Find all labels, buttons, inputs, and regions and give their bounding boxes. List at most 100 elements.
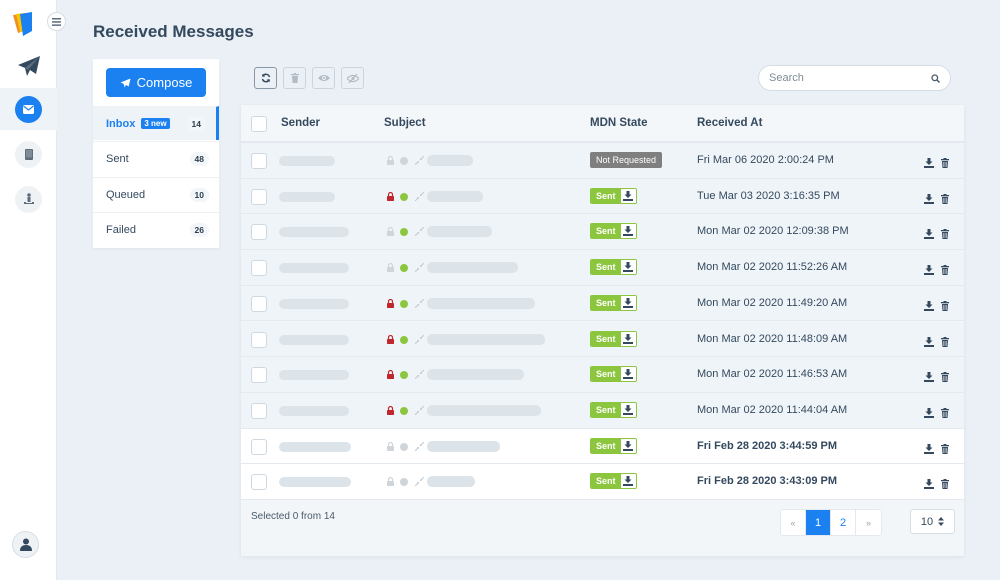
download-button[interactable] — [924, 298, 934, 316]
received-at: Mon Mar 02 2020 11:49:20 AM — [697, 296, 848, 309]
compose-button[interactable]: Compose — [106, 68, 206, 97]
mdn-state-badge: Sent — [590, 401, 637, 418]
mdn-download-button[interactable] — [620, 295, 636, 310]
row-checkbox[interactable] — [251, 331, 267, 348]
row-checkbox[interactable] — [251, 188, 267, 205]
delete-row-button[interactable] — [941, 191, 949, 209]
download-button[interactable] — [924, 262, 934, 280]
select-all-checkbox[interactable] — [251, 116, 267, 132]
page-next-button[interactable]: » — [856, 510, 881, 535]
row-checkbox[interactable] — [251, 260, 267, 277]
page-2-button[interactable]: 2 — [831, 510, 856, 535]
mdn-download-button[interactable] — [620, 438, 636, 453]
trash-icon — [941, 193, 949, 204]
delete-row-button[interactable] — [941, 476, 949, 494]
mark-unread-button[interactable] — [341, 67, 364, 89]
nav-send[interactable] — [0, 52, 57, 80]
per-page-select[interactable]: 10 — [910, 509, 955, 534]
nav-devices[interactable] — [0, 140, 57, 168]
download-button[interactable] — [924, 405, 934, 423]
row-checkbox[interactable] — [251, 438, 267, 455]
delete-button[interactable] — [283, 67, 306, 89]
mdn-download-button[interactable] — [620, 331, 636, 346]
row-checkbox[interactable] — [251, 295, 267, 312]
download-button[interactable] — [924, 226, 934, 244]
delete-row-button[interactable] — [941, 226, 949, 244]
mdn-state-badge: Sent — [590, 259, 637, 276]
delete-row-button[interactable] — [941, 405, 949, 423]
nav-partners[interactable] — [0, 185, 57, 213]
messages-table: Sender Subject MDN State Received At Not… — [241, 105, 964, 556]
row-actions — [924, 334, 949, 352]
delete-row-button[interactable] — [941, 369, 949, 387]
lock-icon — [387, 298, 394, 308]
delete-row-button[interactable] — [941, 262, 949, 280]
page-1-button[interactable]: 1 — [806, 510, 831, 535]
table-row[interactable]: Sent Tue Mar 03 2020 3:16:35 PM — [241, 178, 964, 215]
signature-status-dot — [400, 228, 408, 237]
compress-icon — [415, 156, 424, 165]
mark-read-button[interactable] — [312, 67, 335, 89]
folder-inbox[interactable]: Inbox 3 new 14 — [93, 106, 219, 140]
row-checkbox[interactable] — [251, 153, 267, 169]
table-row[interactable]: Sent Mon Mar 02 2020 11:52:26 AM — [241, 250, 964, 286]
delete-row-button[interactable] — [941, 441, 949, 459]
download-button[interactable] — [924, 369, 934, 387]
user-avatar-button[interactable] — [12, 531, 39, 558]
mdn-download-button[interactable] — [620, 402, 636, 417]
signature-status-dot — [400, 157, 408, 165]
download-icon — [623, 333, 634, 344]
header-mdn-state[interactable]: MDN State — [590, 117, 648, 129]
download-icon — [623, 226, 634, 237]
download-icon — [924, 336, 934, 347]
tablet-icon — [24, 148, 33, 160]
table-row[interactable]: Sent Mon Mar 02 2020 11:48:09 AM — [241, 321, 964, 358]
download-icon — [924, 300, 934, 311]
row-checkbox[interactable] — [251, 367, 267, 384]
folder-sent[interactable]: Sent 48 — [93, 141, 219, 175]
download-button[interactable] — [924, 191, 934, 209]
folder-label: Inbox — [106, 117, 136, 130]
download-icon — [924, 193, 934, 204]
search-input[interactable]: Search — [758, 65, 951, 91]
row-checkbox[interactable] — [251, 224, 267, 241]
download-button[interactable] — [924, 155, 934, 173]
header-subject[interactable]: Subject — [384, 117, 426, 129]
mdn-download-button[interactable] — [620, 188, 636, 203]
sender-placeholder — [279, 405, 349, 416]
nav-received[interactable] — [0, 95, 57, 123]
download-icon — [924, 265, 934, 276]
mdn-download-button[interactable] — [620, 474, 636, 489]
row-checkbox[interactable] — [251, 402, 267, 419]
search-icon[interactable] — [931, 73, 940, 83]
compress-icon — [415, 370, 424, 380]
folder-failed[interactable]: Failed 26 — [93, 212, 219, 246]
header-received-at[interactable]: Received At — [697, 117, 762, 129]
page-title: Received Messages — [93, 22, 254, 41]
table-row[interactable]: Sent Fri Feb 28 2020 3:44:59 PM — [241, 428, 964, 465]
table-row[interactable]: Not Requested Fri Mar 06 2020 2:00:24 PM — [241, 143, 964, 179]
sidebar-toggle-button[interactable] — [47, 12, 66, 31]
folder-queued[interactable]: Queued 10 — [93, 177, 219, 211]
page-prev-button[interactable]: « — [781, 510, 806, 535]
delete-row-button[interactable] — [941, 298, 949, 316]
mdn-download-button[interactable] — [620, 367, 636, 382]
mdn-download-button[interactable] — [620, 224, 636, 239]
table-row[interactable]: Sent Mon Mar 02 2020 11:49:20 AM — [241, 285, 964, 322]
refresh-button[interactable] — [254, 67, 277, 89]
header-sender[interactable]: Sender — [281, 117, 320, 129]
download-button[interactable] — [924, 441, 934, 459]
table-row[interactable]: Sent Fri Feb 28 2020 3:43:09 PM — [241, 464, 964, 500]
compress-icon — [415, 191, 424, 201]
received-at: Mon Mar 02 2020 11:52:26 AM — [697, 261, 848, 274]
sender-placeholder — [279, 334, 349, 345]
table-row[interactable]: Sent Mon Mar 02 2020 11:44:04 AM — [241, 392, 964, 429]
table-row[interactable]: Sent Mon Mar 02 2020 12:09:38 PM — [241, 214, 964, 251]
download-button[interactable] — [924, 334, 934, 352]
delete-row-button[interactable] — [941, 155, 949, 173]
mdn-download-button[interactable] — [620, 260, 636, 275]
table-row[interactable]: Sent Mon Mar 02 2020 11:46:53 AM — [241, 357, 964, 393]
delete-row-button[interactable] — [941, 334, 949, 352]
row-checkbox[interactable] — [251, 474, 267, 491]
download-button[interactable] — [924, 476, 934, 494]
